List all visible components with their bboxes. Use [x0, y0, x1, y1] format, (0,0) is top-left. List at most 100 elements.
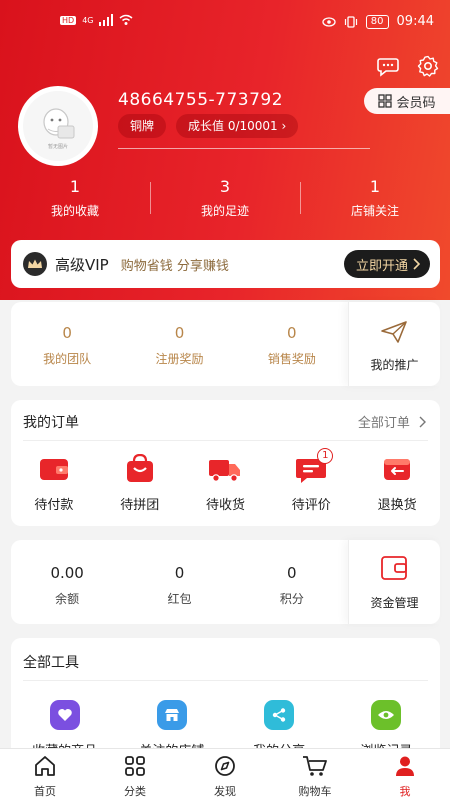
avatar-placeholder: 暂无图片 — [23, 91, 93, 161]
order-pending-payment[interactable]: 待付款 — [11, 454, 97, 513]
stat-followed-shops[interactable]: 1 店铺关注 — [300, 176, 450, 222]
asset-red-packet[interactable]: 0 红包 — [123, 540, 235, 624]
all-orders-link[interactable]: 全部订单 — [358, 412, 426, 431]
team-item-register-reward[interactable]: 0 注册奖励 — [123, 302, 235, 386]
order-pending-group[interactable]: 待拼团 — [97, 453, 183, 513]
team-value: 0 — [62, 324, 72, 342]
hd-indicator: HD — [60, 15, 77, 25]
vip-title: 高级VIP — [55, 255, 109, 274]
order-returns[interactable]: 退换货 — [354, 454, 440, 513]
asset-value: 0.00 — [50, 564, 84, 582]
share-icon — [264, 700, 295, 730]
crown-icon — [23, 252, 47, 276]
review-count-badge: 1 — [317, 448, 334, 464]
stat-value: 1 — [369, 177, 381, 196]
order-label: 待拼团 — [120, 498, 160, 513]
store-icon — [156, 700, 187, 730]
tab-home[interactable]: 首页 — [0, 749, 90, 800]
tab-discover[interactable]: 发现 — [180, 749, 270, 800]
signal-icon — [99, 14, 114, 26]
orders-divider — [23, 440, 428, 441]
assets-card: 0.00 余额 0 红包 0 积分 资金管理 — [11, 540, 440, 624]
status-bar: HD 4G 80 09:44 — [0, 0, 450, 44]
team-label: 销售奖励 — [267, 352, 316, 366]
vip-banner[interactable]: 高级VIP 购物省钱 分享赚钱 立即开通 — [11, 240, 440, 288]
level-badge[interactable]: 铜牌 — [118, 114, 167, 138]
network-indicator: 4G — [82, 15, 94, 25]
order-pending-receipt[interactable]: 待收货 — [183, 454, 269, 513]
tab-label: 我 — [399, 785, 411, 798]
order-pending-review[interactable]: 1 待评价 — [268, 448, 354, 513]
member-code-button[interactable]: 会员码 — [364, 88, 450, 114]
fund-management-label: 资金管理 — [370, 596, 419, 610]
heart-icon — [49, 700, 80, 730]
avatar[interactable]: 暂无图片 — [18, 86, 98, 166]
team-value: 0 — [287, 324, 297, 342]
orders-card: 我的订单 全部订单 待付款 待拼团 待收货 1 待评价 退换货 — [11, 400, 440, 526]
tab-me[interactable]: 我 — [360, 749, 450, 800]
member-code-label: 会员码 — [396, 95, 436, 111]
tools-title: 全部工具 — [23, 655, 79, 671]
stat-label: 我的足迹 — [200, 204, 249, 218]
asset-label: 余额 — [55, 592, 80, 606]
eye-comfort-icon — [322, 16, 336, 27]
team-value: 0 — [174, 324, 185, 342]
stat-value: 1 — [69, 177, 81, 196]
vip-open-button[interactable]: 立即开通 — [343, 250, 430, 278]
order-label: 退换货 — [377, 498, 417, 513]
asset-value: 0 — [174, 564, 185, 582]
asset-label: 红包 — [167, 592, 192, 606]
wallet-outline-icon — [381, 556, 408, 580]
team-item-team[interactable]: 0 我的团队 — [11, 302, 123, 386]
asset-balance[interactable]: 0.00 余额 — [11, 540, 123, 624]
shopping-bag-icon — [126, 453, 153, 482]
bottom-tab-bar: 首页 分类 发现 购物车 我 — [0, 748, 450, 800]
grid-icon — [125, 756, 145, 776]
fund-management-button[interactable]: 资金管理 — [347, 540, 440, 624]
truck-icon — [209, 460, 241, 482]
profile-stats: 1 我的收藏 3 我的足迹 1 店铺关注 — [0, 176, 450, 222]
tab-category[interactable]: 分类 — [90, 749, 180, 800]
status-left: HD 4G — [60, 14, 133, 26]
username: 48664755-773792 — [118, 90, 284, 110]
cart-icon — [303, 756, 327, 776]
message-icon[interactable] — [376, 54, 400, 78]
return-icon — [384, 459, 411, 480]
tab-label: 购物车 — [298, 785, 332, 798]
tab-cart[interactable]: 购物车 — [270, 749, 360, 800]
status-time: 09:44 — [396, 14, 434, 29]
grid-code-icon — [378, 94, 393, 108]
eye-icon — [371, 700, 402, 730]
order-status-row: 待付款 待拼团 待收货 1 待评价 退换货 — [11, 448, 440, 513]
order-label: 待收货 — [205, 498, 245, 513]
order-label: 待付款 — [34, 498, 74, 513]
asset-points[interactable]: 0 积分 — [236, 540, 348, 624]
wallet-icon — [39, 459, 68, 480]
tools-divider — [23, 680, 428, 681]
settings-icon[interactable] — [416, 54, 440, 78]
home-icon — [35, 756, 55, 776]
chevron-right-icon — [419, 416, 426, 428]
promotion-label: 我的推广 — [370, 358, 419, 372]
growth-badge[interactable]: 成长值 0/10001 › — [176, 114, 299, 138]
wifi-icon — [120, 14, 133, 25]
order-label: 待评价 — [291, 498, 331, 513]
team-card: 0 我的团队 0 注册奖励 0 销售奖励 我的推广 — [11, 302, 440, 386]
battery-level: 80 — [365, 14, 389, 29]
header-actions — [376, 54, 440, 78]
stat-favorites[interactable]: 1 我的收藏 — [0, 176, 150, 222]
orders-title: 我的订单 — [23, 415, 79, 431]
header-divider — [118, 148, 370, 149]
stat-footprints[interactable]: 3 我的足迹 — [150, 176, 300, 222]
tab-label: 发现 — [214, 785, 236, 798]
vibrate-icon — [344, 15, 357, 28]
team-item-sales-reward[interactable]: 0 销售奖励 — [236, 302, 348, 386]
my-promotion-button[interactable]: 我的推广 — [347, 302, 440, 386]
vip-open-label: 立即开通 — [355, 258, 408, 274]
user-icon — [396, 756, 414, 776]
chevron-right-icon — [413, 258, 420, 270]
compass-icon — [215, 756, 235, 776]
all-orders-label: 全部订单 — [357, 416, 410, 431]
asset-value: 0 — [287, 564, 297, 582]
tab-label: 首页 — [34, 785, 56, 798]
